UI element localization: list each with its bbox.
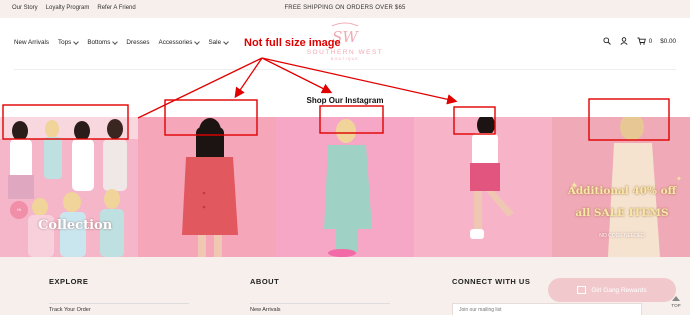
annotation-label: Not full size image <box>244 37 341 49</box>
chevron-down-icon <box>73 38 80 45</box>
instagram-photo <box>138 117 276 257</box>
arrow-up-icon <box>672 296 680 301</box>
footer-heading-about: ABOUT <box>250 277 280 286</box>
nav-label: Accessories <box>158 39 193 46</box>
back-to-top-label: TOP <box>671 303 681 308</box>
logo-name: SOUTHERN WEST <box>306 49 384 56</box>
nav-label: Dresses <box>126 39 150 46</box>
footer-divider <box>49 303 189 304</box>
footer-heading-connect: CONNECT WITH US <box>452 277 531 286</box>
cart-total: $0.00 <box>660 37 676 45</box>
announcement-bar: Our Story Loyalty Program Refer A Friend… <box>0 0 690 18</box>
account-icon[interactable] <box>620 37 628 45</box>
nav-dresses[interactable]: Dresses <box>126 39 149 46</box>
nav-bottoms[interactable]: Bottoms <box>87 38 119 46</box>
instagram-post-3[interactable] <box>276 117 414 257</box>
instagram-feed: Hi Collection ✦ ✦ Additional 40% off all… <box>0 117 690 257</box>
back-to-top-button[interactable]: TOP <box>666 296 686 308</box>
promo-line-2: all SALE ITEMS <box>575 207 669 219</box>
nav-label: Bottoms <box>87 39 111 46</box>
instagram-post-5[interactable]: ✦ ✦ Additional 40% off all SALE ITEMS NO… <box>552 117 690 257</box>
instagram-photo <box>0 117 138 257</box>
nav-label: New Arrivals <box>14 39 49 46</box>
chevron-down-icon <box>194 38 201 45</box>
chevron-down-icon <box>223 38 229 45</box>
nav-label: Sale <box>208 39 222 46</box>
email-signup-input[interactable]: Join our mailing list <box>452 303 642 315</box>
header-divider <box>14 69 676 70</box>
nav-new-arrivals[interactable]: New Arrivals <box>14 39 49 46</box>
gift-icon <box>577 286 587 294</box>
footer-link-track-order[interactable]: Track Your Order <box>49 307 91 313</box>
main-nav: New Arrivals Tops Bottoms Dresses Access… <box>14 38 229 46</box>
nav-label: Tops <box>58 39 72 46</box>
svg-text:✦: ✦ <box>676 175 682 183</box>
header-icons: 0 $0.00 <box>603 37 676 45</box>
section-title: Shop Our Instagram <box>306 96 384 105</box>
tile-badge: Hi <box>10 201 28 219</box>
site-header: New Arrivals Tops Bottoms Dresses Access… <box>0 18 690 70</box>
promo-line-1: Additional 40% off <box>567 185 677 197</box>
footer-heading-explore: EXPLORE <box>49 277 89 286</box>
nav-sale[interactable]: Sale <box>208 38 229 46</box>
announcement-text: FREE SHIPPING ON ORDERS OVER $65 <box>284 5 406 11</box>
instagram-post-4[interactable] <box>414 117 552 257</box>
cart-icon <box>637 37 646 45</box>
rewards-label: Girl Gang Rewards <box>591 286 647 294</box>
instagram-post-1[interactable]: Hi Collection <box>0 117 138 257</box>
instagram-photo <box>414 117 552 257</box>
nav-tops[interactable]: Tops <box>58 38 80 46</box>
footer-link-new-arrivals[interactable]: New Arrivals <box>250 307 281 313</box>
logo-sub: BOUTIQUE <box>331 57 359 61</box>
instagram-post-2[interactable] <box>138 117 276 257</box>
promo-line-3: NO CODE NEEDED <box>599 233 645 239</box>
chevron-down-icon <box>112 38 119 45</box>
cart-button[interactable]: 0 $0.00 <box>637 37 676 45</box>
footer-divider <box>250 303 390 304</box>
tile-caption: Collection <box>38 218 113 233</box>
instagram-photo <box>276 117 414 257</box>
search-icon[interactable] <box>603 37 611 45</box>
cart-count: 0 <box>648 37 653 45</box>
rewards-button[interactable]: Girl Gang Rewards <box>548 278 676 302</box>
nav-accessories[interactable]: Accessories <box>158 38 201 46</box>
